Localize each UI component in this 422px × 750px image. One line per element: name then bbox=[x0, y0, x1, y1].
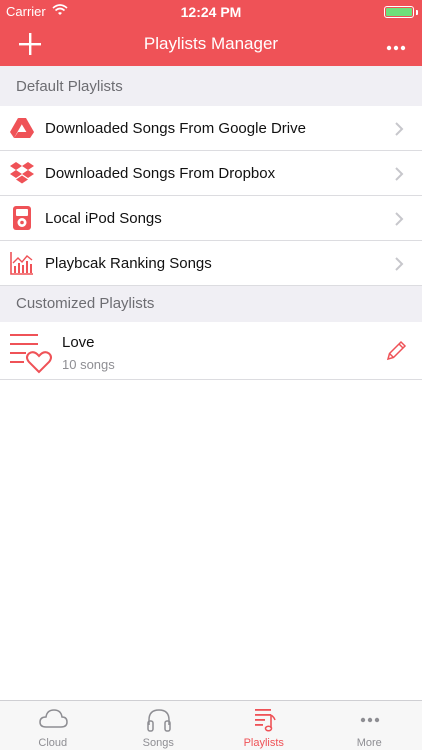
playlist-row-ipod[interactable]: Local iPod Songs bbox=[0, 196, 422, 241]
playlist-row-dropbox[interactable]: Downloaded Songs From Dropbox bbox=[0, 151, 422, 196]
playlist-label: Local iPod Songs bbox=[45, 210, 162, 227]
playlist-row-ranking[interactable]: Playbcak Ranking Songs bbox=[0, 241, 422, 286]
chevron-right-icon bbox=[395, 122, 404, 136]
heart-playlist-icon bbox=[10, 334, 52, 374]
tab-bar: Cloud Songs Playlists More bbox=[0, 700, 422, 750]
playlist-label: Playbcak Ranking Songs bbox=[45, 255, 212, 272]
ranking-chart-icon bbox=[10, 252, 33, 275]
tab-label: More bbox=[356, 737, 382, 749]
dropbox-icon bbox=[10, 162, 34, 184]
ellipsis-icon[interactable] bbox=[384, 36, 408, 56]
chevron-right-icon bbox=[395, 167, 404, 181]
ipod-icon bbox=[13, 206, 31, 230]
page-title: Playlists Manager bbox=[143, 34, 279, 53]
section-header-customized: Customized Playlists bbox=[0, 286, 422, 322]
google-drive-icon bbox=[10, 118, 34, 138]
chevron-right-icon bbox=[395, 212, 404, 226]
tab-label: Cloud bbox=[38, 737, 68, 749]
more-icon bbox=[360, 717, 379, 723]
section-header-default: Default Playlists bbox=[0, 66, 422, 106]
cloud-icon bbox=[39, 709, 68, 728]
playlist-label: Downloaded Songs From Google Drive bbox=[45, 120, 306, 137]
song-count: 10 songs bbox=[62, 357, 115, 372]
playlist-icon bbox=[255, 709, 276, 732]
chevron-right-icon bbox=[395, 257, 404, 271]
pencil-icon[interactable] bbox=[384, 339, 408, 363]
headphones-icon bbox=[146, 709, 171, 732]
tab-playlists[interactable]: Playlists bbox=[211, 701, 317, 750]
playlist-label: Downloaded Songs From Dropbox bbox=[45, 165, 276, 182]
status-time: 12:24 PM bbox=[180, 4, 242, 20]
battery-icon bbox=[384, 6, 414, 18]
playlist-name: Love bbox=[62, 334, 95, 351]
tab-songs[interactable]: Songs bbox=[106, 701, 212, 750]
tab-label: Songs bbox=[142, 737, 174, 749]
tab-label: Playlists bbox=[243, 737, 284, 749]
playlist-row-google-drive[interactable]: Downloaded Songs From Google Drive bbox=[0, 106, 422, 151]
tab-cloud[interactable]: Cloud bbox=[0, 701, 106, 750]
status-bar: Carrier 12:24 PM bbox=[0, 0, 422, 22]
top-bar: Carrier 12:24 PM Playlists Manager bbox=[0, 0, 422, 66]
tab-more[interactable]: More bbox=[317, 701, 422, 750]
battery-cap bbox=[416, 10, 418, 15]
playlist-row-love[interactable]: Love 10 songs bbox=[0, 322, 422, 380]
